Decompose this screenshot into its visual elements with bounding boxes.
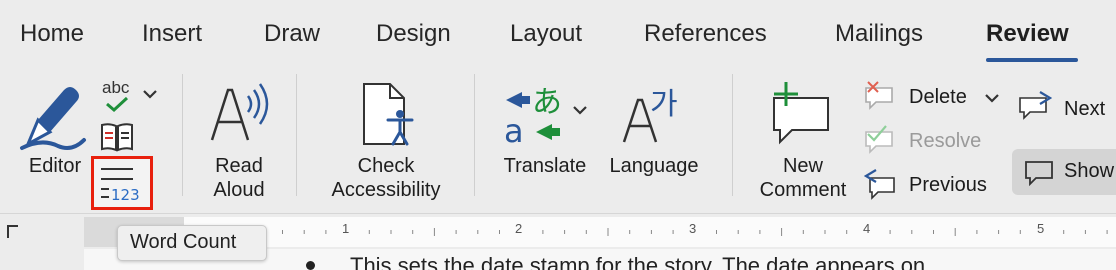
language-button[interactable]: Language xyxy=(604,154,704,178)
show-comments-button[interactable]: Show xyxy=(1012,149,1116,195)
previous-comment-icon xyxy=(864,169,895,200)
language-icon: 가 xyxy=(622,87,678,143)
tab-mailings[interactable]: Mailings xyxy=(835,20,923,48)
chevron-down-icon[interactable] xyxy=(142,88,158,100)
thesaurus-book-icon[interactable] xyxy=(100,122,134,152)
resolve-button[interactable]: Resolve xyxy=(909,129,981,153)
translate-button[interactable]: Translate xyxy=(490,154,600,178)
group-separator xyxy=(182,74,183,196)
active-tab-indicator xyxy=(986,58,1078,62)
tab-design[interactable]: Design xyxy=(376,20,451,48)
group-separator xyxy=(296,74,297,196)
svg-text:a: a xyxy=(504,112,524,146)
check-accessibility-label-2: Accessibility xyxy=(331,179,441,201)
delete-comment-icon xyxy=(865,81,893,110)
next-label: Next xyxy=(1064,98,1106,120)
tab-stop-icon[interactable] xyxy=(6,222,20,238)
spelling-label: abc xyxy=(102,78,130,97)
document-text[interactable]: This sets the date stamp for the story. … xyxy=(350,253,925,270)
show-label: Show xyxy=(1064,160,1115,182)
tab-draw[interactable]: Draw xyxy=(264,20,320,48)
editor-pen-icon xyxy=(20,87,86,150)
svg-text:あ: あ xyxy=(532,85,562,120)
word-count-tooltip: Word Count xyxy=(117,225,267,261)
svg-text:123: 123 xyxy=(111,186,140,204)
read-aloud-label-1: Read xyxy=(215,155,263,177)
read-aloud-button[interactable]: Read Aloud xyxy=(198,154,280,202)
group-separator xyxy=(732,74,733,196)
tab-layout[interactable]: Layout xyxy=(510,20,582,48)
new-comment-button[interactable]: New Comment xyxy=(748,154,858,202)
tab-references[interactable]: References xyxy=(644,20,767,48)
spelling-check-icon xyxy=(106,96,129,112)
tab-insert[interactable]: Insert xyxy=(142,20,202,48)
translate-label: Translate xyxy=(503,155,587,177)
document-margin xyxy=(0,249,84,270)
check-accessibility-label-1: Check xyxy=(357,155,415,177)
delete-button[interactable]: Delete xyxy=(909,85,967,109)
new-comment-label-2: Comment xyxy=(759,179,847,201)
language-label: Language xyxy=(609,155,699,177)
word-count-icon: 123 xyxy=(101,168,140,204)
tab-home[interactable]: Home xyxy=(20,20,84,48)
translate-icon: あ a xyxy=(504,85,562,146)
next-button[interactable]: Next xyxy=(1064,97,1105,121)
next-comment-icon xyxy=(1019,91,1052,120)
new-comment-icon xyxy=(773,82,829,145)
resolve-label: Resolve xyxy=(909,130,982,152)
read-aloud-label-2: Aloud xyxy=(213,179,265,201)
chevron-down-icon[interactable] xyxy=(572,104,588,116)
accessibility-icon xyxy=(363,83,414,146)
check-accessibility-button[interactable]: Check Accessibility xyxy=(316,154,456,202)
review-ribbon: Editor abc Read Aloud Check Accessibilit… xyxy=(0,68,1116,213)
show-comments-icon xyxy=(1025,161,1053,186)
svg-text:가: 가 xyxy=(650,87,678,122)
ribbon-tabs: Home Insert Draw Design Layout Reference… xyxy=(0,0,1116,68)
previous-label: Previous xyxy=(909,174,987,196)
delete-label: Delete xyxy=(909,86,967,108)
word-count-button[interactable]: 123 xyxy=(91,156,153,210)
bullet-point xyxy=(306,261,315,270)
tooltip-text: Word Count xyxy=(130,231,237,253)
resolve-comment-icon xyxy=(865,125,893,154)
editor-label: Editor xyxy=(28,155,82,177)
tab-review[interactable]: Review xyxy=(986,20,1069,48)
editor-button[interactable]: Editor xyxy=(20,154,90,178)
group-separator xyxy=(474,74,475,196)
previous-button[interactable]: Previous xyxy=(909,173,987,197)
read-aloud-icon xyxy=(210,83,269,141)
chevron-down-icon[interactable] xyxy=(984,92,1000,104)
new-comment-label-1: New xyxy=(782,155,823,177)
